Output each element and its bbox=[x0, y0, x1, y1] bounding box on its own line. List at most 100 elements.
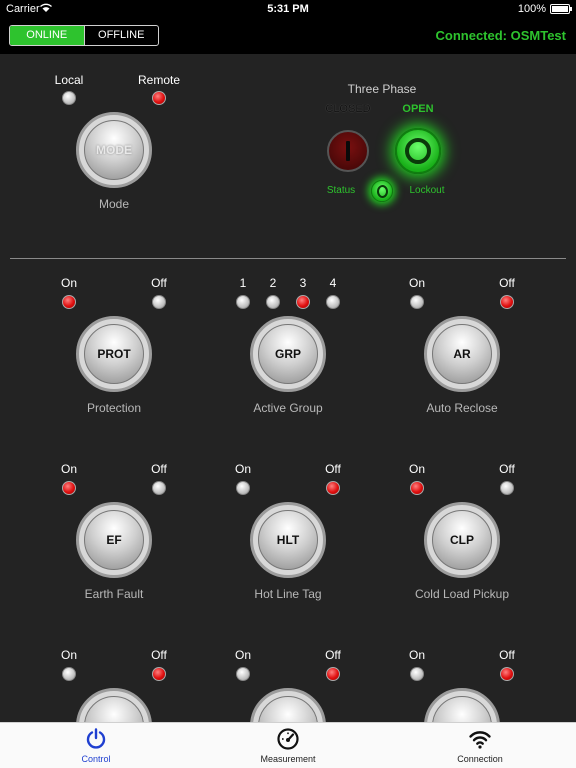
tab-connection-label: Connection bbox=[457, 754, 503, 764]
auto-reclose-button-label: AR bbox=[432, 324, 492, 384]
protection-button-label: PROT bbox=[84, 324, 144, 384]
row3-left-button[interactable] bbox=[76, 688, 152, 722]
auto-reclose-off-led bbox=[500, 295, 514, 309]
active-group-button-label: GRP bbox=[258, 324, 318, 384]
protection-on-led bbox=[62, 295, 76, 309]
protection-on-label: On bbox=[60, 276, 77, 290]
online-offline-segmented-control[interactable]: ONLINE OFFLINE bbox=[9, 25, 159, 46]
cold-load-pickup-button[interactable]: CLP bbox=[424, 502, 500, 578]
row3-left-on-label: On bbox=[60, 648, 77, 662]
cold-load-pickup-on-led bbox=[410, 481, 424, 495]
cold-load-pickup-caption: Cold Load Pickup bbox=[414, 587, 510, 601]
group-1-led bbox=[236, 295, 250, 309]
row3-center-on-led bbox=[236, 667, 250, 681]
tab-control[interactable]: Control bbox=[0, 723, 192, 768]
open-label: OPEN bbox=[402, 103, 434, 115]
earth-fault-off-label: Off bbox=[151, 462, 167, 476]
earth-fault-on-label: On bbox=[60, 462, 77, 476]
group-2-led bbox=[266, 295, 280, 309]
tab-bar: Control Measurement Connection bbox=[0, 722, 576, 768]
remote-label: Remote bbox=[137, 73, 181, 87]
open-symbol-small-icon bbox=[376, 184, 388, 198]
battery-percent: 100% bbox=[517, 3, 546, 15]
mode-caption: Mode bbox=[98, 197, 130, 211]
group-3-label: 3 bbox=[299, 276, 307, 290]
connection-status: Connected: OSMTest bbox=[435, 28, 567, 43]
earth-fault-off-led bbox=[152, 481, 166, 495]
earth-fault-caption: Earth Fault bbox=[84, 587, 144, 601]
row3-center-button-face bbox=[258, 696, 318, 722]
gauge-icon bbox=[277, 728, 299, 750]
active-group-button[interactable]: GRP bbox=[250, 316, 326, 392]
cold-load-pickup-off-label: Off bbox=[499, 462, 515, 476]
auto-reclose-on-led bbox=[410, 295, 424, 309]
hot-line-tag-on-led bbox=[236, 481, 250, 495]
group-2-label: 2 bbox=[269, 276, 277, 290]
group-4-led bbox=[326, 295, 340, 309]
closed-symbol-icon bbox=[346, 141, 350, 161]
protection-caption: Protection bbox=[86, 401, 142, 415]
auto-reclose-off-label: Off bbox=[499, 276, 515, 290]
row3-center-off-label: Off bbox=[325, 648, 341, 662]
remote-indicator-led bbox=[152, 91, 166, 105]
mode-button-label: MODE bbox=[84, 120, 144, 180]
auto-reclose-caption: Auto Reclose bbox=[426, 401, 498, 415]
mode-button[interactable]: MODE bbox=[76, 112, 152, 188]
status-lockout-indicator bbox=[371, 180, 393, 202]
cold-load-pickup-on-label: On bbox=[408, 462, 425, 476]
control-panel: Local Remote MODE Mode Three Phase CLOSE… bbox=[0, 54, 576, 722]
tab-measurement-label: Measurement bbox=[260, 754, 316, 764]
row3-center-button[interactable] bbox=[250, 688, 326, 722]
group-3-led bbox=[296, 295, 310, 309]
auto-reclose-button[interactable]: AR bbox=[424, 316, 500, 392]
header-bar: ONLINE OFFLINE Connected: OSMTest bbox=[0, 18, 576, 54]
auto-reclose-on-label: On bbox=[408, 276, 425, 290]
row3-right-on-led bbox=[410, 667, 424, 681]
status-label: Status bbox=[326, 185, 356, 196]
hot-line-tag-caption: Hot Line Tag bbox=[254, 587, 322, 601]
active-group-caption: Active Group bbox=[253, 401, 323, 415]
row3-center-on-label: On bbox=[234, 648, 251, 662]
tab-connection[interactable]: Connection bbox=[384, 723, 576, 768]
local-indicator-led bbox=[62, 91, 76, 105]
hot-line-tag-button-label: HLT bbox=[258, 510, 318, 570]
closed-label: CLOSED bbox=[325, 103, 371, 115]
earth-fault-button[interactable]: EF bbox=[76, 502, 152, 578]
protection-off-led bbox=[152, 295, 166, 309]
row3-right-button-face bbox=[432, 696, 492, 722]
row3-center-off-led bbox=[326, 667, 340, 681]
earth-fault-on-led bbox=[62, 481, 76, 495]
open-breaker-button[interactable] bbox=[395, 128, 441, 174]
row3-right-button[interactable] bbox=[424, 688, 500, 722]
status-bar: Carrier 5:31 PM 100% bbox=[0, 0, 576, 18]
tab-control-label: Control bbox=[81, 754, 111, 764]
row3-left-off-label: Off bbox=[151, 648, 167, 662]
group-4-label: 4 bbox=[329, 276, 337, 290]
row3-right-off-led bbox=[500, 667, 514, 681]
hot-line-tag-button[interactable]: HLT bbox=[250, 502, 326, 578]
row3-right-on-label: On bbox=[408, 648, 425, 662]
row3-left-button-face bbox=[84, 696, 144, 722]
row3-left-on-led bbox=[62, 667, 76, 681]
row3-right-off-label: Off bbox=[499, 648, 515, 662]
open-symbol-icon bbox=[405, 138, 431, 164]
local-label: Local bbox=[54, 73, 84, 87]
wifi-icon bbox=[469, 731, 491, 749]
offline-segment[interactable]: OFFLINE bbox=[83, 26, 159, 45]
power-icon bbox=[86, 728, 106, 749]
hot-line-tag-on-label: On bbox=[234, 462, 251, 476]
hot-line-tag-off-led bbox=[326, 481, 340, 495]
close-breaker-button[interactable] bbox=[327, 130, 369, 172]
online-segment[interactable]: ONLINE bbox=[10, 26, 84, 45]
group-1-label: 1 bbox=[239, 276, 247, 290]
clock: 5:31 PM bbox=[267, 3, 309, 15]
protection-button[interactable]: PROT bbox=[76, 316, 152, 392]
cold-load-pickup-button-label: CLP bbox=[432, 510, 492, 570]
hot-line-tag-off-label: Off bbox=[325, 462, 341, 476]
earth-fault-button-label: EF bbox=[84, 510, 144, 570]
section-divider bbox=[10, 258, 566, 259]
battery-icon bbox=[550, 4, 572, 14]
tab-measurement[interactable]: Measurement bbox=[192, 723, 384, 768]
protection-off-label: Off bbox=[151, 276, 167, 290]
cold-load-pickup-off-led bbox=[500, 481, 514, 495]
